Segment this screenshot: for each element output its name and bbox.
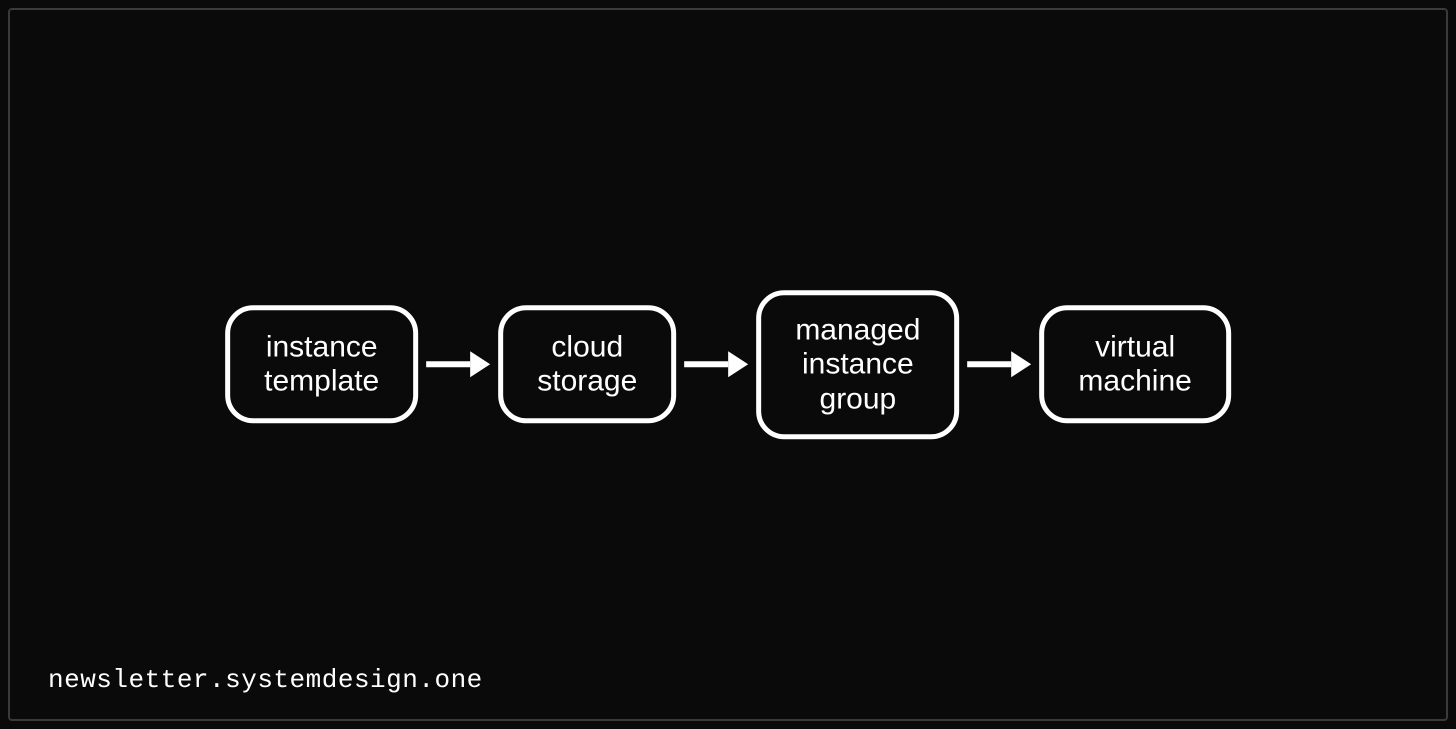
arrow-icon: [426, 352, 490, 378]
attribution-text: newsletter.systemdesign.one: [48, 665, 483, 695]
flow-container: instance template cloud storage managed …: [225, 290, 1231, 440]
node-label: virtual machine: [1078, 330, 1191, 399]
node-label: cloud storage: [537, 330, 637, 399]
node-virtual-machine: virtual machine: [1039, 306, 1230, 424]
diagram-frame: instance template cloud storage managed …: [8, 8, 1448, 721]
node-label: managed instance group: [795, 313, 920, 417]
arrow-icon: [967, 352, 1031, 378]
node-cloud-storage: cloud storage: [498, 306, 676, 424]
node-label: instance template: [264, 330, 379, 399]
node-instance-template: instance template: [225, 306, 418, 424]
arrow-icon: [684, 352, 748, 378]
node-managed-instance-group: managed instance group: [756, 290, 959, 440]
